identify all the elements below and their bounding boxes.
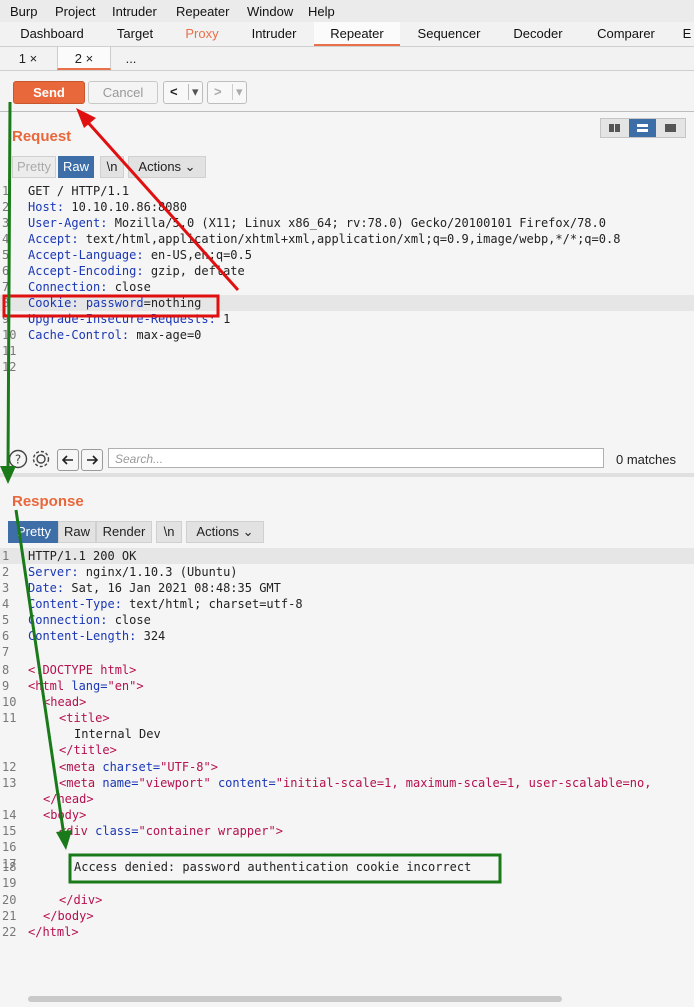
request-line: 2 Host: 10.10.10.86:8080 xyxy=(2,200,187,214)
search-input[interactable]: Search... xyxy=(108,448,604,468)
response-title: Response xyxy=(12,493,84,510)
layout-side-by-side-button[interactable] xyxy=(601,119,628,137)
response-line: 16 xyxy=(2,840,17,854)
request-title: Request xyxy=(12,128,72,145)
response-line: 5 Connection: close xyxy=(2,613,151,627)
response-actions-menu[interactable]: Actions ⌄ xyxy=(186,521,264,543)
search-prev-button[interactable] xyxy=(57,449,79,471)
request-line: 4 Accept: text/html,application/xhtml+xml… xyxy=(2,232,621,246)
send-button[interactable]: Send xyxy=(13,81,85,104)
main-tab-bar: Dashboard Target Proxy Intruder Repeater… xyxy=(0,22,694,47)
tab-decoder[interactable]: Decoder xyxy=(500,22,576,46)
response-access-denied-line: 18 Access denied: password authentication… xyxy=(2,860,472,874)
menu-burp[interactable]: Burp xyxy=(10,4,37,19)
request-editor[interactable]: 1 GET / HTTP/1.1 2 Host: 10.10.10.86:8080 … xyxy=(0,183,694,443)
menu-project[interactable]: Project xyxy=(55,4,95,19)
response-line: 1 HTTP/1.1 200 OK xyxy=(0,548,694,564)
search-next-button[interactable] xyxy=(81,449,103,471)
request-line: 6 Accept-Encoding: gzip, deflate xyxy=(2,264,245,278)
response-tab-render[interactable]: Render xyxy=(96,521,152,543)
menu-intruder[interactable]: Intruder xyxy=(112,4,157,19)
menu-help[interactable]: Help xyxy=(308,4,335,19)
request-line: 12 xyxy=(2,360,17,374)
chevron-left-icon: < xyxy=(170,84,178,99)
rows-icon xyxy=(637,124,648,132)
search-match-count: 0 matches xyxy=(616,452,676,467)
repeater-tab-2[interactable]: 2 × xyxy=(57,47,111,70)
request-cookie-line: 8 Cookie: password=nothing xyxy=(0,295,694,311)
response-tab-pretty[interactable]: Pretty xyxy=(8,521,60,543)
response-line: 2 Server: nginx/1.10.3 (Ubuntu) xyxy=(2,565,238,579)
single-pane-icon xyxy=(665,124,676,132)
response-line: Internal Dev xyxy=(74,727,161,741)
tab-overflow[interactable]: E xyxy=(680,22,694,46)
help-icon[interactable]: ? xyxy=(8,449,28,469)
repeater-tab-bar: 1 × 2 × ... xyxy=(0,47,694,71)
svg-text:?: ? xyxy=(15,453,21,467)
chevron-down-icon[interactable]: ▾ xyxy=(232,84,243,100)
response-line: </title> xyxy=(59,743,117,757)
response-line: 11 <title> xyxy=(2,711,110,725)
response-editor[interactable]: 1 HTTP/1.1 200 OK 2 Server: nginx/1.10.3 (… xyxy=(0,548,694,988)
layout-toggle xyxy=(600,118,686,138)
tab-proxy[interactable]: Proxy xyxy=(176,22,228,46)
response-line: 13 <meta name="viewport" content="initial… xyxy=(2,776,652,790)
layout-tabs-button[interactable] xyxy=(657,119,684,137)
horizontal-scrollbar[interactable] xyxy=(28,996,562,1002)
gear-icon[interactable] xyxy=(31,449,51,469)
request-search-bar: ? Search... 0 matches xyxy=(0,446,694,474)
chevron-down-icon[interactable]: ▾ xyxy=(188,84,199,100)
response-line: 7 xyxy=(2,645,10,659)
request-line: 9 Upgrade-Insecure-Requests: 1 xyxy=(2,312,231,326)
response-line: 19 xyxy=(2,876,17,890)
response-tab-newline[interactable]: \n xyxy=(156,521,182,543)
response-line: 12 <meta charset="UTF-8"> xyxy=(2,760,218,774)
tab-sequencer[interactable]: Sequencer xyxy=(406,22,492,46)
menu-repeater[interactable]: Repeater xyxy=(176,4,229,19)
columns-icon xyxy=(609,124,620,132)
request-tab-pretty[interactable]: Pretty xyxy=(12,156,56,178)
response-tab-raw[interactable]: Raw xyxy=(58,521,96,543)
response-line: 6 Content-Length: 324 xyxy=(2,629,166,643)
response-line: 9 <html lang="en"> xyxy=(2,679,144,693)
history-back-button[interactable]: < ▾ xyxy=(163,81,203,104)
response-line: 20 </div> xyxy=(2,893,103,907)
request-actions-menu[interactable]: Actions ⌄ xyxy=(128,156,206,178)
pane-splitter[interactable] xyxy=(0,473,694,477)
response-line: 10 <head> xyxy=(2,695,87,709)
response-line: 4 Content-Type: text/html; charset=utf-8 xyxy=(2,597,303,611)
menu-window[interactable]: Window xyxy=(247,4,293,19)
layout-stacked-button[interactable] xyxy=(629,119,656,137)
tab-comparer[interactable]: Comparer xyxy=(584,22,668,46)
chevron-right-icon: > xyxy=(214,84,222,99)
request-tab-raw[interactable]: Raw xyxy=(58,156,94,178)
tab-target[interactable]: Target xyxy=(104,22,166,46)
history-forward-button[interactable]: > ▾ xyxy=(207,81,247,104)
request-line: 11 xyxy=(2,344,17,358)
request-line: 5 Accept-Language: en-US,en;q=0.5 xyxy=(2,248,252,262)
repeater-tab-new[interactable]: ... xyxy=(114,47,148,70)
repeater-toolbar: Send Cancel < ▾ > ▾ xyxy=(0,71,694,112)
response-line: 15 <div class="container wrapper"> xyxy=(2,824,283,838)
repeater-tab-1[interactable]: 1 × xyxy=(6,47,50,70)
response-line: 3 Date: Sat, 16 Jan 2021 08:48:35 GMT xyxy=(2,581,281,595)
tab-dashboard[interactable]: Dashboard xyxy=(8,22,96,46)
menu-bar: Burp Project Intruder Repeater Window He… xyxy=(0,0,694,23)
response-line: 22 </html> xyxy=(2,925,79,939)
request-line: 1 GET / HTTP/1.1 xyxy=(2,184,130,198)
tab-intruder[interactable]: Intruder xyxy=(238,22,310,46)
tab-repeater[interactable]: Repeater xyxy=(314,22,400,46)
cancel-button[interactable]: Cancel xyxy=(88,81,158,104)
request-line: 7 Connection: close xyxy=(2,280,151,294)
response-line: 14 <body> xyxy=(2,808,87,822)
arrow-left-icon xyxy=(61,455,73,465)
response-line: 8 <!DOCTYPE html> xyxy=(2,663,137,677)
arrow-right-icon xyxy=(87,455,99,465)
response-line: </head> xyxy=(43,792,94,806)
response-line: 21 </body> xyxy=(2,909,94,923)
request-tab-newline[interactable]: \n xyxy=(100,156,124,178)
request-line: 10 Cache-Control: max-age=0 xyxy=(2,328,202,342)
request-line: 3 User-Agent: Mozilla/5.0 (X11; Linux x86… xyxy=(2,216,606,230)
